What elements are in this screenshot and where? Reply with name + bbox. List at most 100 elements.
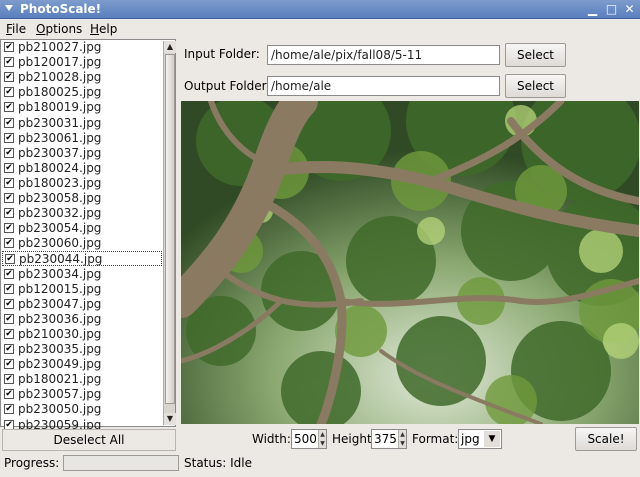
tree-photo-image — [181, 101, 639, 424]
file-name: pb230050.jpg — [18, 402, 102, 417]
input-select-button[interactable]: Select — [505, 43, 566, 67]
list-item[interactable]: ✔ pb210027.jpg — [2, 40, 162, 55]
file-checkbox[interactable]: ✔ — [4, 87, 14, 98]
dropdown-arrow-icon[interactable]: ▼ — [484, 431, 500, 447]
file-checkbox[interactable]: ✔ — [4, 404, 14, 415]
height-spinner[interactable]: 375 ▲ ▼ — [371, 429, 407, 449]
file-checkbox[interactable]: ✔ — [4, 283, 14, 294]
minimize-icon[interactable]: ▁ — [585, 2, 600, 17]
height-value: 375 — [374, 432, 397, 446]
file-list[interactable]: ✔ pb210027.jpg ✔ pb120017.jpg ✔ pb210028.jpg ✔… — [0, 39, 176, 432]
list-item[interactable]: ✔ pb180019.jpg — [2, 100, 162, 115]
file-name: pb230047.jpg — [18, 296, 102, 311]
file-name: pb230035.jpg — [18, 342, 102, 356]
width-label: Width: — [252, 432, 291, 446]
file-checkbox[interactable]: ✔ — [4, 117, 14, 128]
file-checkbox[interactable]: ✔ — [4, 223, 14, 234]
list-item[interactable]: ✔ pb230036.jpg — [2, 312, 162, 327]
file-checkbox[interactable]: ✔ — [4, 162, 14, 173]
width-spinner[interactable]: 500 ▲ ▼ — [291, 429, 327, 449]
output-folder-field[interactable]: /home/ale — [267, 76, 500, 96]
file-checkbox[interactable]: ✔ — [4, 102, 14, 113]
list-item[interactable]: ✔ pb120015.jpg — [2, 282, 162, 297]
progress-bar — [63, 455, 179, 471]
file-checkbox[interactable]: ✔ — [4, 374, 14, 385]
file-name: pb210030.jpg — [18, 326, 102, 341]
window-menu-icon[interactable] — [5, 5, 13, 11]
window-title: PhotoScale! — [20, 2, 102, 16]
file-checkbox[interactable]: ✔ — [4, 193, 14, 203]
file-checkbox[interactable]: ✔ — [4, 132, 14, 143]
list-item[interactable]: ✔ pb180025.jpg — [2, 85, 162, 100]
format-value: jpg — [461, 432, 480, 446]
list-item[interactable]: ✔ pb230047.jpg — [2, 297, 162, 312]
scroll-down-icon[interactable]: ▼ — [164, 413, 176, 425]
list-item[interactable]: ✔ pb230049.jpg — [2, 357, 162, 372]
list-item[interactable]: ✔ pb210030.jpg — [2, 327, 162, 342]
status-text: Status: Idle — [184, 456, 252, 470]
list-item[interactable]: ✔ pb120017.jpg — [2, 55, 162, 70]
file-checkbox[interactable]: ✔ — [4, 313, 14, 324]
list-item[interactable]: ✔ pb230032.jpg — [2, 206, 162, 221]
list-item[interactable]: ✔ pb230054.jpg — [2, 221, 162, 236]
deselect-all-button[interactable]: Deselect All — [2, 429, 176, 451]
file-name: pb180021.jpg — [18, 372, 102, 387]
file-name: pb210027.jpg — [18, 40, 102, 54]
file-checkbox[interactable]: ✔ — [4, 177, 14, 188]
output-select-button[interactable]: Select — [505, 74, 566, 98]
list-item[interactable]: ✔ pb180023.jpg — [2, 176, 162, 191]
list-item[interactable]: ✔ pb230034.jpg — [2, 267, 162, 282]
photo-preview — [181, 101, 639, 424]
file-checkbox[interactable]: ✔ — [4, 344, 14, 354]
file-checkbox[interactable]: ✔ — [4, 238, 14, 249]
file-name: pb230060.jpg — [18, 236, 102, 251]
file-checkbox[interactable]: ✔ — [4, 147, 14, 158]
file-checkbox[interactable]: ✔ — [5, 254, 15, 265]
list-item[interactable]: ✔ pb230044.jpg — [2, 251, 162, 267]
file-checkbox[interactable]: ✔ — [4, 298, 14, 309]
file-name: pb230034.jpg — [18, 266, 102, 281]
file-checkbox[interactable]: ✔ — [4, 389, 14, 400]
list-item[interactable]: ✔ pb230058.jpg — [2, 191, 162, 206]
menu-file[interactable]: File — [6, 22, 26, 36]
input-folder-field[interactable]: /home/ale/pix/fall08/5-11 — [267, 45, 500, 65]
list-item[interactable]: ✔ pb230035.jpg — [2, 342, 162, 357]
spinner-arrows-icon[interactable]: ▲ ▼ — [398, 430, 406, 448]
file-checkbox[interactable]: ✔ — [4, 359, 14, 370]
list-item[interactable]: ✔ pb230050.jpg — [2, 402, 162, 417]
input-folder-label: Input Folder: — [184, 47, 260, 61]
file-checkbox[interactable]: ✔ — [4, 419, 14, 430]
menu-help[interactable]: Help — [90, 22, 117, 36]
scroll-up-icon[interactable]: ▲ — [164, 41, 176, 53]
file-name: pb180023.jpg — [18, 175, 102, 190]
file-list-scrollbar[interactable]: ▲ ▼ — [163, 41, 176, 425]
file-name: pb230058.jpg — [18, 191, 102, 205]
file-checkbox[interactable]: ✔ — [4, 328, 14, 339]
list-item[interactable]: ✔ pb230057.jpg — [2, 387, 162, 402]
list-item[interactable]: ✔ pb180021.jpg — [2, 372, 162, 387]
file-name: pb230057.jpg — [18, 387, 102, 402]
list-item[interactable]: ✔ pb230037.jpg — [2, 146, 162, 161]
file-name: pb230037.jpg — [18, 145, 102, 160]
maximize-icon[interactable]: □ — [604, 2, 619, 17]
close-icon[interactable]: ✕ — [622, 2, 637, 17]
file-checkbox[interactable]: ✔ — [4, 57, 14, 68]
scroll-thumb[interactable] — [165, 54, 175, 404]
file-name: pb230036.jpg — [18, 311, 102, 326]
list-item[interactable]: ✔ pb230031.jpg — [2, 116, 162, 131]
spinner-arrows-icon[interactable]: ▲ ▼ — [318, 430, 326, 448]
file-checkbox[interactable]: ✔ — [4, 42, 14, 52]
format-select[interactable]: jpg ▼ — [458, 429, 502, 449]
list-item[interactable]: ✔ pb230061.jpg — [2, 131, 162, 146]
menu-options[interactable]: Options — [36, 22, 82, 36]
width-value: 500 — [294, 432, 317, 446]
file-checkbox[interactable]: ✔ — [4, 208, 14, 219]
list-item[interactable]: ✔ pb230060.jpg — [2, 236, 162, 251]
menu-bar: File Options Help — [0, 19, 640, 39]
file-checkbox[interactable]: ✔ — [4, 268, 14, 279]
status-bar: Progress: Status: Idle — [0, 452, 640, 477]
list-item[interactable]: ✔ pb180024.jpg — [2, 161, 162, 176]
file-checkbox[interactable]: ✔ — [4, 72, 14, 83]
scale-button[interactable]: Scale! — [575, 427, 637, 451]
list-item[interactable]: ✔ pb210028.jpg — [2, 70, 162, 85]
